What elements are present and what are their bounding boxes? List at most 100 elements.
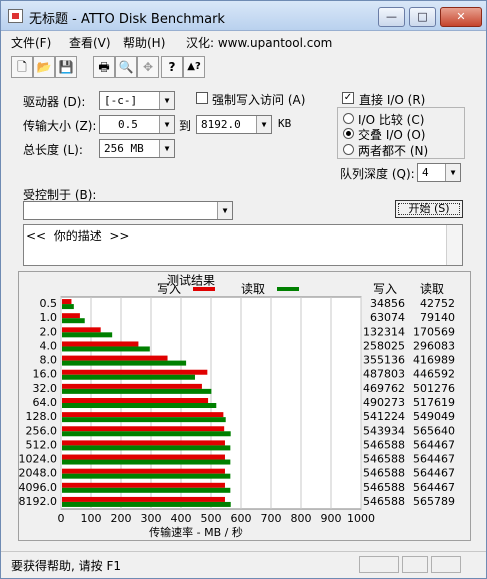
neither-radio[interactable]: [343, 144, 354, 155]
write-value: 546588: [363, 438, 405, 451]
write-bar: [62, 482, 225, 488]
menu-bar: 文件(F) 查看(V) 帮助(H) 汉化: www.upantool.com: [1, 32, 486, 52]
minimize-button[interactable]: —: [378, 7, 405, 27]
window-title: 无标题 - ATTO Disk Benchmark: [29, 12, 225, 27]
queue-depth-select[interactable]: 4 ▼: [417, 163, 461, 182]
drive-label: 驱动器 (D):: [23, 95, 86, 109]
status-bar: 要获得帮助, 请按 F1: [1, 551, 486, 578]
direct-io-checkbox[interactable]: ✓: [342, 92, 354, 104]
help-icon[interactable]: ?: [161, 56, 183, 78]
write-bar: [62, 341, 139, 347]
read-value: 564467: [413, 467, 455, 480]
x-tick-label: 600: [231, 512, 252, 525]
neither-label: 两者都不 (N): [358, 144, 429, 158]
chevron-down-icon: ▼: [159, 140, 174, 157]
overlapped-io-label: 交叠 I/O (O): [358, 128, 426, 142]
maximize-button[interactable]: □: [409, 7, 436, 27]
table-header-read: 读取: [420, 282, 444, 296]
force-write-label: 强制写入访问 (A): [212, 93, 306, 107]
save-icon[interactable]: 💾: [55, 56, 77, 78]
move-icon[interactable]: ✥: [137, 56, 159, 78]
transfer-to-value: 8192.0: [201, 118, 241, 131]
read-bar: [62, 388, 212, 394]
read-bar: [62, 459, 231, 465]
direct-io-label: 直接 I/O (R): [359, 93, 426, 107]
menu-view[interactable]: 查看(V): [69, 34, 111, 51]
description-field[interactable]: << 你的描述 >>: [23, 224, 463, 266]
menu-localized[interactable]: 汉化: www.upantool.com: [186, 34, 332, 51]
y-tick-label: 0.5: [40, 297, 58, 310]
write-value: 487803: [363, 368, 405, 381]
print-icon[interactable]: 🖶: [93, 56, 115, 78]
results-panel: 测试结果 写入 读取 0 100 200 300 400 500 600 700 800 900 1000…: [18, 271, 471, 541]
open-folder-icon[interactable]: 📂: [33, 56, 55, 78]
queue-depth-label: 队列深度 (Q):: [340, 167, 415, 181]
force-write-checkbox[interactable]: [196, 92, 208, 104]
description-text: << 你的描述 >>: [26, 229, 130, 243]
drive-select[interactable]: [-c-] ▼: [99, 91, 175, 110]
y-tick-label: 1024.0: [19, 453, 57, 466]
read-bar: [62, 318, 85, 324]
read-value: 501276: [413, 382, 455, 395]
write-bar: [62, 412, 224, 418]
chevron-down-icon: ▼: [217, 202, 232, 219]
x-tick-label: 0: [58, 512, 65, 525]
transfer-from-value: 0.5: [118, 118, 138, 131]
print-preview-icon[interactable]: 🔍: [115, 56, 137, 78]
read-bar: [62, 332, 113, 338]
read-value: 564467: [413, 453, 455, 466]
write-bar: [62, 327, 101, 333]
menu-file[interactable]: 文件(F): [11, 34, 51, 51]
app-window: 无标题 - ATTO Disk Benchmark — □ ✕ 文件(F) 查看…: [0, 0, 487, 579]
x-tick-label: 200: [111, 512, 132, 525]
to-label: 到: [179, 119, 192, 133]
transfer-from-select[interactable]: 0.5 ▼: [99, 115, 175, 134]
table-header-write: 写入: [373, 282, 397, 296]
drive-value: [-c-]: [104, 94, 138, 107]
write-value: 546588: [363, 481, 405, 494]
controlled-by-select[interactable]: ▼: [23, 201, 233, 220]
overlapped-io-radio[interactable]: [343, 128, 354, 139]
results-chart: 测试结果写入 读取0 100 200 300 400 500 600 700 800 900 1000…: [19, 273, 455, 540]
legend-swatch: [193, 287, 215, 291]
y-tick-label: 4.0: [40, 339, 58, 352]
x-tick-label: 700: [261, 512, 282, 525]
write-bar: [62, 496, 225, 502]
read-bar: [62, 403, 217, 408]
read-bar: [62, 304, 74, 310]
io-compare-radio[interactable]: [343, 113, 354, 124]
write-value: 546588: [363, 467, 405, 480]
write-bar: [62, 398, 209, 403]
title-bar[interactable]: 无标题 - ATTO Disk Benchmark — □ ✕: [1, 1, 486, 31]
write-bar: [62, 313, 80, 319]
close-button[interactable]: ✕: [440, 7, 482, 27]
new-file-icon[interactable]: 🗋: [11, 56, 33, 78]
read-bar: [62, 473, 231, 479]
write-value: 355136: [363, 354, 405, 367]
total-length-label: 总长度 (L):: [23, 143, 83, 157]
total-length-select[interactable]: 256 MB ▼: [99, 139, 175, 158]
status-cell: [431, 556, 461, 573]
read-value: 565789: [413, 495, 455, 508]
status-cell: [359, 556, 399, 573]
x-axis-label: 传输速率 - MB / 秒: [149, 525, 243, 539]
write-bar: [62, 383, 202, 389]
description-scrollbar[interactable]: [446, 225, 462, 265]
x-tick-label: 100: [81, 512, 102, 525]
transfer-to-select[interactable]: 8192.0 ▼: [196, 115, 272, 134]
app-icon: [8, 9, 23, 23]
menu-help[interactable]: 帮助(H): [123, 34, 165, 51]
y-tick-label: 8.0: [40, 354, 58, 367]
x-tick-label: 900: [321, 512, 342, 525]
read-bar: [62, 431, 231, 437]
read-value: 517619: [413, 396, 455, 409]
x-tick-label: 300: [141, 512, 162, 525]
x-tick-label: 400: [171, 512, 192, 525]
legend-swatch: [277, 287, 299, 291]
read-value: 170569: [413, 325, 455, 338]
chevron-down-icon: ▼: [159, 92, 174, 109]
write-value: 469762: [363, 382, 405, 395]
start-button[interactable]: 开始 (S): [395, 200, 463, 218]
context-help-icon[interactable]: ▲?: [183, 56, 205, 78]
write-value: 543934: [363, 424, 405, 437]
